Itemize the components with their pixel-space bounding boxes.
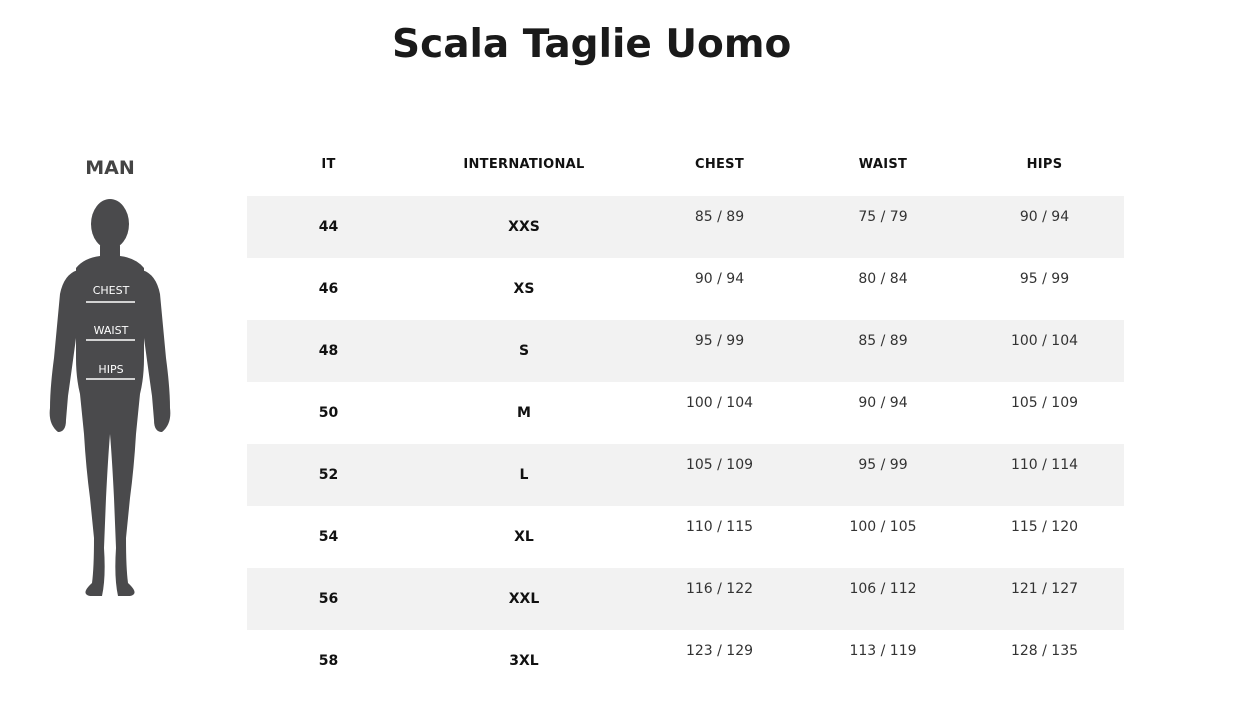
cell-chest: 110 / 115 [685, 519, 754, 535]
figure-heading: MAN [85, 157, 135, 179]
cell-hips: 95 / 99 [1019, 271, 1070, 287]
cell-chest: 85 / 89 [694, 209, 745, 225]
cell-chest: 105 / 109 [685, 457, 754, 473]
cell-hips: 128 / 135 [1010, 643, 1079, 659]
table-row: 56 XXL 116 / 122 106 / 112 121 / 127 [247, 568, 1124, 630]
table-row: 48 S 95 / 99 85 / 89 100 / 104 [247, 320, 1124, 382]
man-silhouette-icon: CHEST WAIST HIPS [49, 199, 171, 596]
body-figure-panel: MAN CHEST WAIST HIPS [40, 150, 180, 610]
cell-it: 54 [318, 529, 339, 545]
cell-it: 50 [318, 405, 339, 421]
cell-waist: 75 / 79 [858, 209, 908, 225]
cell-international: S [518, 343, 530, 359]
cell-hips: 121 / 127 [1010, 581, 1079, 597]
chest-marker-label: CHEST [93, 284, 130, 297]
header-international: INTERNATIONAL [463, 156, 585, 172]
table-row: 58 3XL 123 / 129 113 / 119 128 / 135 [247, 630, 1124, 692]
table-row: 50 M 100 / 104 90 / 94 105 / 109 [247, 382, 1124, 444]
cell-it: 52 [318, 467, 339, 483]
cell-waist: 106 / 112 [849, 581, 917, 597]
table-row: 44 XXS 85 / 89 75 / 79 90 / 94 [247, 196, 1124, 258]
cell-chest: 95 / 99 [694, 333, 745, 349]
hips-marker-label: HIPS [98, 363, 123, 376]
header-waist: WAIST [858, 156, 908, 172]
cell-chest: 116 / 122 [685, 581, 754, 597]
cell-hips: 90 / 94 [1019, 209, 1070, 225]
cell-international: M [517, 405, 531, 421]
cell-it: 48 [318, 343, 339, 359]
table-row: 54 XL 110 / 115 100 / 105 115 / 120 [247, 506, 1124, 568]
cell-hips: 115 / 120 [1010, 519, 1079, 535]
cell-it: 44 [318, 219, 339, 235]
cell-waist: 95 / 99 [858, 457, 908, 473]
cell-waist: 90 / 94 [858, 395, 908, 411]
cell-international: 3XL [509, 653, 539, 669]
waist-marker-label: WAIST [94, 324, 129, 337]
page-title: Scala Taglie Uomo [392, 22, 792, 67]
cell-hips: 105 / 109 [1010, 395, 1079, 411]
header-hips: HIPS [1026, 156, 1063, 172]
cell-chest: 100 / 104 [685, 395, 754, 411]
cell-it: 56 [318, 591, 339, 607]
cell-hips: 110 / 114 [1010, 457, 1079, 473]
cell-waist: 113 / 119 [849, 643, 917, 659]
cell-it: 58 [318, 653, 339, 669]
cell-international: XS [513, 281, 535, 297]
header-chest: CHEST [694, 156, 745, 172]
cell-waist: 85 / 89 [858, 333, 908, 349]
cell-it: 46 [318, 281, 339, 297]
table-header-row: IT INTERNATIONAL CHEST WAIST HIPS [247, 132, 1124, 196]
cell-waist: 100 / 105 [849, 519, 917, 535]
cell-international: XXL [508, 591, 540, 607]
cell-international: XL [514, 529, 534, 545]
cell-international: L [519, 467, 529, 483]
table-row: 46 XS 90 / 94 80 / 84 95 / 99 [247, 258, 1124, 320]
size-table: IT INTERNATIONAL CHEST WAIST HIPS 44 XXS… [247, 132, 1124, 692]
cell-waist: 80 / 84 [858, 271, 908, 287]
cell-international: XXS [508, 219, 540, 235]
cell-chest: 90 / 94 [694, 271, 745, 287]
cell-hips: 100 / 104 [1010, 333, 1079, 349]
cell-chest: 123 / 129 [685, 643, 754, 659]
header-it: IT [321, 156, 336, 172]
table-row: 52 L 105 / 109 95 / 99 110 / 114 [247, 444, 1124, 506]
